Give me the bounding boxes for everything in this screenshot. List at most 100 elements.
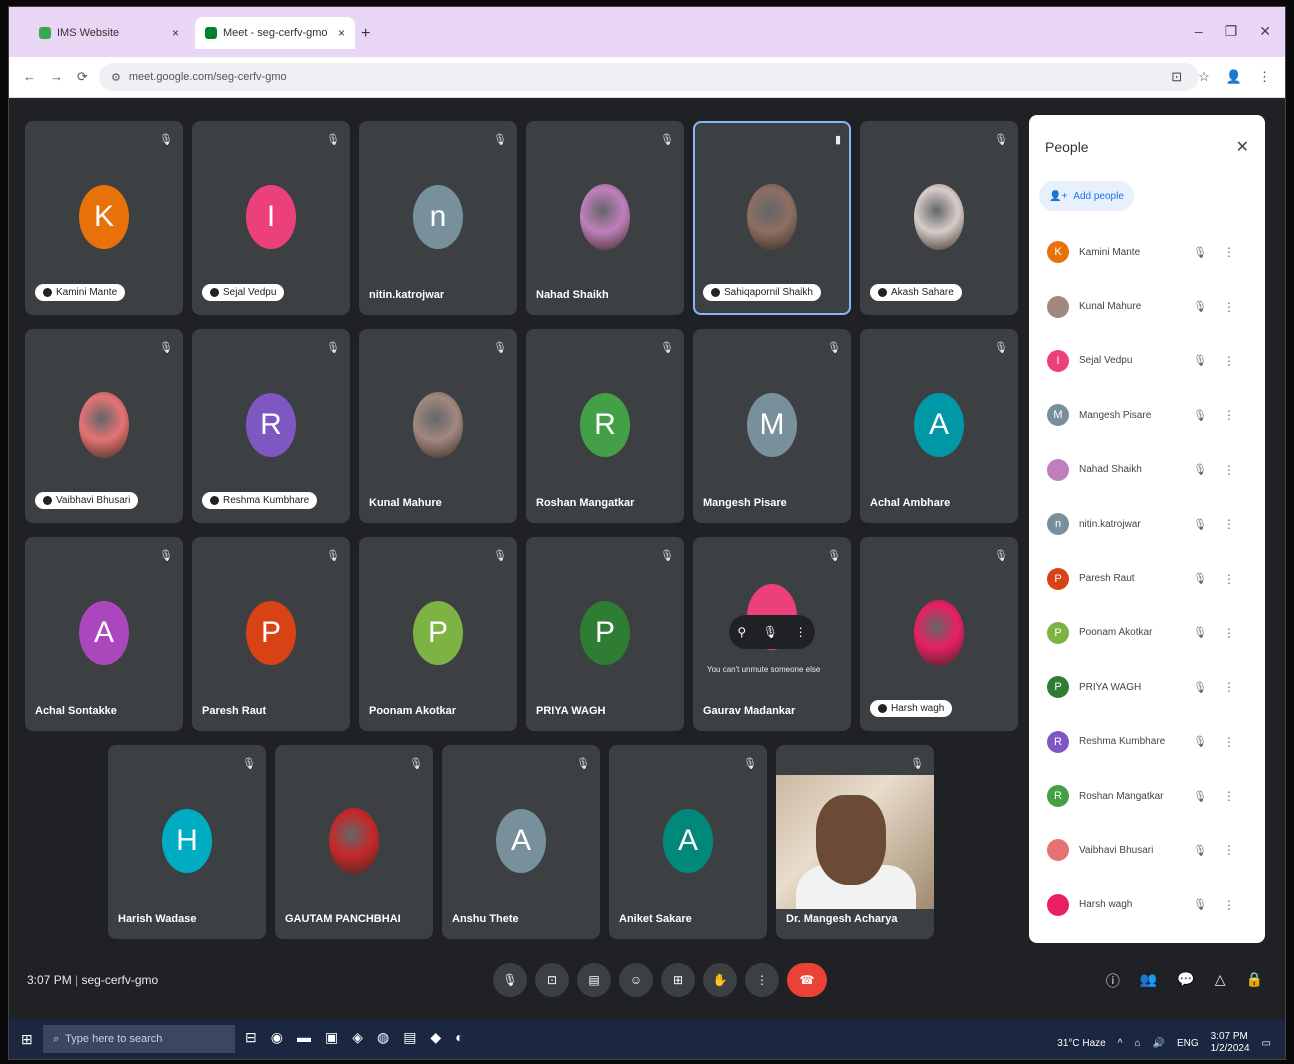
mic-muted-icon[interactable]: 🎙 bbox=[1193, 300, 1207, 313]
site-info-icon[interactable]: ⚙ bbox=[111, 71, 121, 84]
more-options-button[interactable]: ⋮ bbox=[745, 963, 779, 997]
back-button[interactable]: ← bbox=[23, 69, 36, 85]
more-options-icon[interactable]: ⋮ bbox=[1223, 735, 1235, 749]
more-options-icon[interactable]: ⋮ bbox=[1223, 245, 1235, 259]
add-people-button[interactable]: 👤+ Add people bbox=[1039, 181, 1134, 211]
minimize-button[interactable]: – bbox=[1195, 23, 1203, 40]
participant-tile[interactable]: 🎙 P PRIYA WAGH bbox=[526, 537, 684, 731]
app-icon[interactable]: ◐ bbox=[455, 1029, 463, 1046]
profile-icon[interactable]: 👤 bbox=[1226, 69, 1242, 85]
mic-muted-icon[interactable]: 🎙 bbox=[1193, 790, 1207, 803]
mic-muted-icon[interactable]: 🎙 bbox=[1193, 681, 1207, 694]
people-list-item[interactable]: n nitin.katrojwar 🎙 ⋮ bbox=[1029, 497, 1265, 551]
activities-icon[interactable]: △ bbox=[1215, 971, 1226, 991]
edge-icon[interactable]: ◉ bbox=[271, 1029, 283, 1046]
people-list-item[interactable]: I Sejal Vedpu 🎙 ⋮ bbox=[1029, 334, 1265, 388]
mail-icon[interactable]: ◈ bbox=[352, 1029, 363, 1046]
participant-tile[interactable]: 🎙 R Reshma Kumbhare bbox=[192, 329, 350, 523]
more-options-icon[interactable]: ⋮ bbox=[1223, 789, 1235, 803]
participant-tile[interactable]: 🎙 A Anshu Thete bbox=[442, 745, 600, 939]
close-window-button[interactable]: ✕ bbox=[1259, 23, 1271, 40]
more-options-icon[interactable]: ⋮ bbox=[1223, 898, 1235, 912]
info-icon[interactable]: ⓘ bbox=[1106, 971, 1120, 991]
participant-tile[interactable]: 🎙 P Paresh Raut bbox=[192, 537, 350, 731]
start-button[interactable]: ⊞ bbox=[21, 1031, 33, 1048]
close-icon[interactable]: ✕ bbox=[1236, 137, 1249, 157]
mic-muted-icon[interactable]: 🎙 bbox=[1193, 626, 1207, 639]
volume-icon[interactable]: 🔊 bbox=[1152, 1038, 1164, 1049]
participant-tile[interactable]: 🎙 Akash Sahare bbox=[860, 121, 1018, 315]
close-tab-icon[interactable]: × bbox=[172, 26, 179, 40]
participant-tile[interactable]: 🎙 P Poonam Akotkar bbox=[359, 537, 517, 731]
host-controls-icon[interactable]: 🔒 bbox=[1246, 971, 1263, 991]
participant-tile[interactable]: 🎙 Harsh wagh bbox=[860, 537, 1018, 731]
app-icon[interactable]: ◆ bbox=[430, 1029, 441, 1046]
more-options-icon[interactable]: ⋮ bbox=[1223, 517, 1235, 531]
participant-tile[interactable]: 🎙 Dr. Mangesh Acharya bbox=[776, 745, 934, 939]
people-icon[interactable]: 👥 bbox=[1140, 971, 1157, 991]
participant-tile[interactable]: 🎙 GAUTAM PANCHBHAI bbox=[275, 745, 433, 939]
mic-muted-icon[interactable]: 🎙 bbox=[1193, 354, 1207, 367]
captions-button[interactable]: ▤ bbox=[577, 963, 611, 997]
file-explorer-icon[interactable]: ▬ bbox=[297, 1029, 311, 1046]
browser-tab-meet[interactable]: Meet - seg-cerfv-gmo × bbox=[195, 17, 355, 49]
mic-toggle-button[interactable]: 🎙 bbox=[493, 963, 527, 997]
weather-widget[interactable]: 31°C Haze bbox=[1057, 1038, 1105, 1049]
people-list-item[interactable]: R Reshma Kumbhare 🎙 ⋮ bbox=[1029, 715, 1265, 769]
mic-muted-icon[interactable]: 🎙 bbox=[1193, 246, 1207, 259]
reload-button[interactable]: ⟳ bbox=[77, 69, 88, 85]
more-options-icon[interactable]: ⋮ bbox=[1223, 408, 1235, 422]
participant-tile[interactable]: 🎙 K Kamini Mante bbox=[25, 121, 183, 315]
people-list-item[interactable]: Vaibhavi Bhusari 🎙 ⋮ bbox=[1029, 823, 1265, 877]
participant-tile[interactable]: 🎙 Vaibhavi Bhusari bbox=[25, 329, 183, 523]
notification-icon[interactable]: ▭ bbox=[1262, 1038, 1271, 1049]
raise-hand-button[interactable]: ✋ bbox=[703, 963, 737, 997]
more-options-icon[interactable]: ⋮ bbox=[1223, 680, 1235, 694]
more-options-icon[interactable]: ⋮ bbox=[1223, 463, 1235, 477]
cast-icon[interactable]: ⊡ bbox=[1171, 69, 1182, 85]
mic-icon[interactable]: 🎙 bbox=[763, 625, 778, 639]
mic-muted-icon[interactable]: 🎙 bbox=[1193, 735, 1207, 748]
participant-tile[interactable]: 🎙 Kunal Mahure bbox=[359, 329, 517, 523]
language-indicator[interactable]: ENG bbox=[1177, 1038, 1199, 1049]
chat-icon[interactable]: 💬 bbox=[1177, 971, 1194, 991]
people-list-item[interactable]: K Kamini Mante 🎙 ⋮ bbox=[1029, 225, 1265, 279]
chrome-icon[interactable]: ◍ bbox=[377, 1029, 389, 1046]
reactions-button[interactable]: ☺ bbox=[619, 963, 653, 997]
mic-muted-icon[interactable]: 🎙 bbox=[1193, 409, 1207, 422]
people-list-item[interactable]: Harsh wagh 🎙 ⋮ bbox=[1029, 878, 1265, 932]
more-icon[interactable]: ⋮ bbox=[795, 625, 807, 639]
present-button[interactable]: ⊞ bbox=[661, 963, 695, 997]
participant-tile[interactable]: 🎙 Nahad Shaikh bbox=[526, 121, 684, 315]
more-options-icon[interactable]: ⋮ bbox=[1223, 354, 1235, 368]
mic-muted-icon[interactable]: 🎙 bbox=[1193, 844, 1207, 857]
mic-muted-icon[interactable]: 🎙 bbox=[1193, 518, 1207, 531]
more-options-icon[interactable]: ⋮ bbox=[1223, 572, 1235, 586]
store-icon[interactable]: ▣ bbox=[325, 1029, 338, 1046]
participant-tile[interactable]: 🎙 A Achal Ambhare bbox=[860, 329, 1018, 523]
more-options-icon[interactable]: ⋮ bbox=[1223, 300, 1235, 314]
participant-tile[interactable]: 🎙 H Harish Wadase bbox=[108, 745, 266, 939]
forward-button[interactable]: → bbox=[50, 69, 63, 85]
people-list-item[interactable]: Nahad Shaikh 🎙 ⋮ bbox=[1029, 443, 1265, 497]
mic-muted-icon[interactable]: 🎙 bbox=[1193, 463, 1207, 476]
clock[interactable]: 3:07 PM 1/2/2024 bbox=[1211, 1031, 1250, 1055]
people-list-item[interactable]: P PRIYA WAGH 🎙 ⋮ bbox=[1029, 660, 1265, 714]
more-options-icon[interactable]: ⋮ bbox=[1223, 843, 1235, 857]
more-options-icon[interactable]: ⋮ bbox=[1223, 626, 1235, 640]
participant-tile[interactable]: 🎙 I Sejal Vedpu bbox=[192, 121, 350, 315]
camera-toggle-button[interactable]: ⊡ bbox=[535, 963, 569, 997]
participant-tile[interactable]: 🎙 A Achal Sontakke bbox=[25, 537, 183, 731]
new-tab-button[interactable]: + bbox=[361, 25, 370, 43]
maximize-button[interactable]: ❐ bbox=[1225, 23, 1238, 40]
people-list-item[interactable]: P Paresh Raut 🎙 ⋮ bbox=[1029, 551, 1265, 605]
people-list-item[interactable]: Kunal Mahure 🎙 ⋮ bbox=[1029, 279, 1265, 333]
people-list-item[interactable]: M Mangesh Pisare 🎙 ⋮ bbox=[1029, 388, 1265, 442]
participant-tile[interactable]: 🎙 A Aniket Sakare bbox=[609, 745, 767, 939]
close-tab-icon[interactable]: × bbox=[338, 26, 345, 40]
participant-tile[interactable]: 🎙 n nitin.katrojwar bbox=[359, 121, 517, 315]
taskbar-search-input[interactable]: ⌕ Type here to search bbox=[43, 1025, 235, 1053]
tray-overflow-icon[interactable]: ^ bbox=[1118, 1038, 1123, 1049]
people-list-item[interactable]: P Poonam Akotkar 🎙 ⋮ bbox=[1029, 606, 1265, 660]
participant-tile[interactable]: 🎙 ⚲ 🎙 ⋮ You can't unmute someone else Gaurav … bbox=[693, 537, 851, 731]
